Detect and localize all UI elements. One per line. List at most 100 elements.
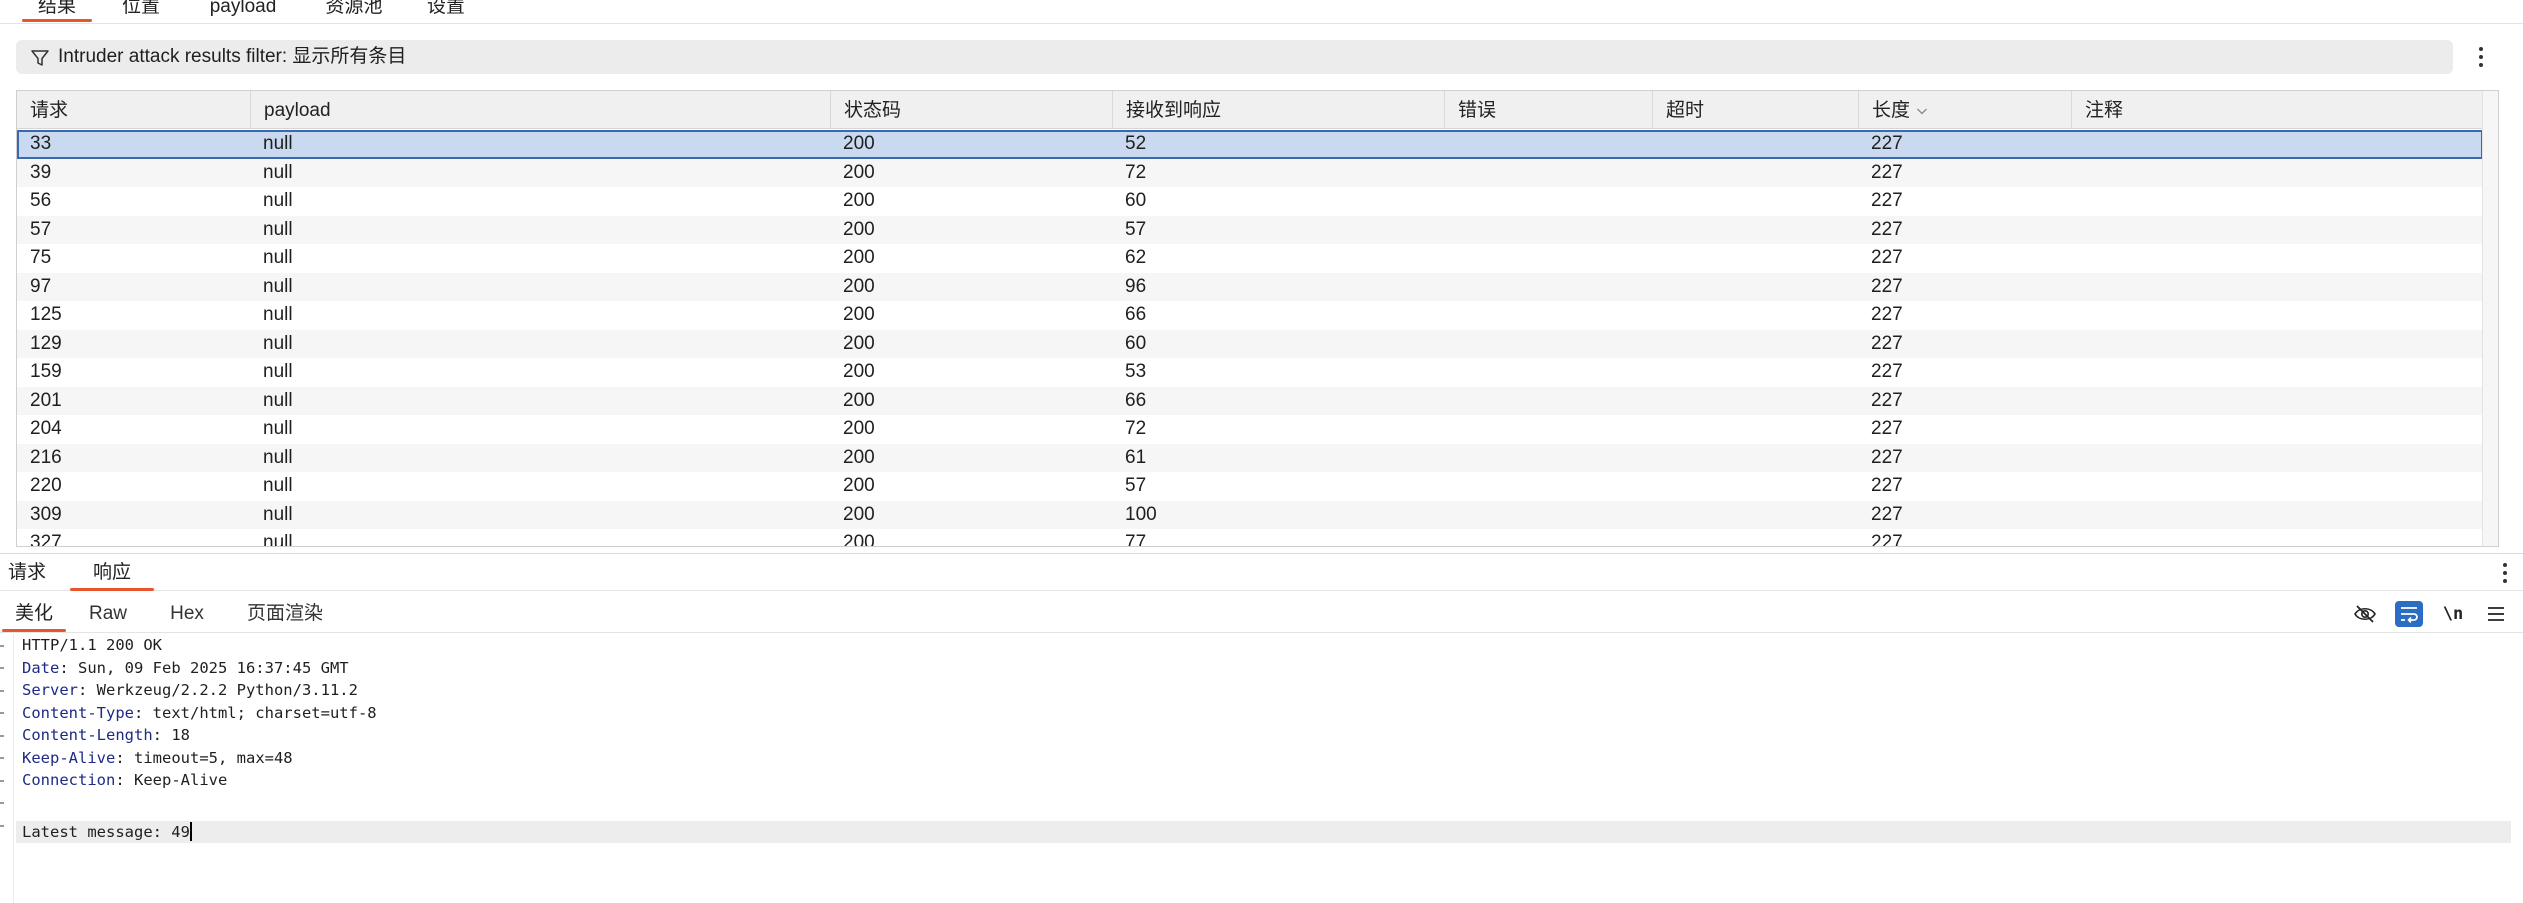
table-row[interactable]: 33 null 200 52 227 — [17, 130, 2483, 159]
cell-length: 227 — [1871, 389, 1903, 411]
cell-request: 57 — [30, 218, 52, 240]
cell-payload: null — [263, 247, 293, 268]
cell-payload: null — [263, 361, 293, 382]
cell-error — [1444, 130, 1652, 159]
table-row[interactable]: 201 null 200 66 227 — [17, 386, 2483, 416]
header-line-keep-alive: Keep-Alive: timeout=5, max=48 — [22, 748, 293, 767]
column-header-comment[interactable]: 注释 — [2071, 91, 2483, 129]
table-row[interactable]: 97 null 200 96 227 — [17, 272, 2483, 302]
cell-error — [1444, 444, 1652, 473]
cell-comment — [2071, 501, 2483, 530]
column-header-request[interactable]: 请求 — [17, 91, 250, 129]
tab-pretty[interactable]: 美化 — [2, 596, 66, 632]
cell-request: 56 — [30, 190, 52, 211]
table-row[interactable]: 129 null 200 60 227 — [17, 329, 2483, 359]
column-header-error[interactable]: 错误 — [1444, 91, 1652, 129]
cell-request: 159 — [30, 361, 62, 382]
view-tab-bar: 美化 Raw Hex 页面渲染 — [0, 596, 2523, 633]
table-row[interactable]: 39 null 200 72 227 — [17, 158, 2483, 187]
eye-slash-icon[interactable] — [2351, 601, 2379, 627]
table-header: 请求 payload 状态码 接收到响应 错误 超时 长度 注释 — [17, 91, 2483, 129]
cell-status: 200 — [843, 418, 875, 439]
table-row[interactable]: 204 null 200 72 227 — [17, 415, 2483, 444]
table-row[interactable]: 327 null 200 77 227 — [17, 529, 2483, 547]
length-header-label: 长度 — [1872, 100, 1911, 121]
table-row[interactable]: 125 null 200 66 227 — [17, 301, 2483, 330]
filter-text: Intruder attack results filter: 显示所有条目 — [58, 46, 407, 67]
cell-status: 200 — [843, 218, 875, 240]
word-wrap-icon[interactable] — [2395, 601, 2423, 627]
header-key: Date — [22, 658, 60, 677]
show-newlines-button[interactable]: \n — [2439, 601, 2467, 627]
column-header-status[interactable]: 状态码 — [830, 91, 1112, 129]
cell-timeout — [1652, 387, 1858, 416]
column-header-received[interactable]: 接收到响应 — [1112, 91, 1444, 129]
tab-render[interactable]: 页面渲染 — [242, 596, 328, 632]
cell-payload: null — [263, 332, 293, 354]
column-header-payload[interactable]: payload — [250, 91, 830, 129]
cell-timeout — [1652, 187, 1858, 216]
table-row[interactable]: 75 null 200 62 227 — [17, 244, 2483, 273]
filter-icon — [31, 50, 49, 66]
cell-length: 227 — [1871, 418, 1903, 439]
tab-resource-pool[interactable]: 资源池 — [318, 0, 390, 22]
cell-length: 227 — [1871, 532, 1903, 547]
cell-timeout — [1652, 501, 1858, 530]
top-tab-bar: 结果 位置 payload 资源池 设置 — [0, 0, 2523, 24]
tab-request[interactable]: 请求 — [4, 554, 50, 592]
cell-received: 52 — [1125, 133, 1147, 154]
cell-error — [1444, 330, 1652, 359]
cell-comment — [2071, 187, 2483, 216]
cell-timeout — [1652, 244, 1858, 273]
cell-payload: null — [263, 446, 293, 468]
cell-received: 53 — [1125, 361, 1147, 382]
header-line-date: Date: Sun, 09 Feb 2025 16:37:45 GMT — [22, 658, 349, 677]
cell-length: 227 — [1871, 304, 1903, 325]
cell-status: 200 — [843, 446, 875, 468]
cell-error — [1444, 273, 1652, 302]
header-value: timeout=5, max=48 — [134, 748, 293, 767]
tab-positions[interactable]: 位置 — [110, 0, 172, 22]
table-row[interactable]: 216 null 200 61 227 — [17, 443, 2483, 473]
tab-response[interactable]: 响应 — [70, 554, 154, 592]
response-body-text: Latest message: 49 — [22, 823, 190, 841]
table-row[interactable]: 220 null 200 57 227 — [17, 472, 2483, 501]
table-row[interactable]: 309 null 200 100 227 — [17, 500, 2483, 530]
tab-hex[interactable]: Hex — [164, 596, 210, 632]
cell-length: 227 — [1871, 161, 1903, 183]
hamburger-glyph — [2488, 607, 2504, 621]
column-header-timeout[interactable]: 超时 — [1652, 91, 1858, 129]
response-body-line: Latest message: 49 — [22, 821, 192, 844]
cell-status: 200 — [843, 275, 875, 297]
cell-comment — [2071, 358, 2483, 387]
column-header-length[interactable]: 长度 — [1858, 91, 2071, 129]
message-more-options-icon[interactable] — [2501, 560, 2509, 586]
cell-status: 200 — [843, 190, 875, 211]
cell-comment — [2071, 387, 2483, 416]
cell-payload: null — [263, 532, 293, 547]
header-line-content-length: Content-Length: 18 — [22, 726, 190, 744]
cell-payload: null — [263, 475, 293, 496]
tab-raw[interactable]: Raw — [84, 596, 132, 632]
table-row[interactable]: 159 null 200 53 227 — [17, 358, 2483, 387]
cell-comment — [2071, 330, 2483, 359]
tab-payload[interactable]: payload — [198, 0, 288, 22]
intruder-results-window: 结果 位置 payload 资源池 设置 Intruder attack res… — [0, 0, 2523, 903]
hamburger-menu-icon[interactable] — [2482, 601, 2510, 627]
cell-length: 227 — [1871, 190, 1903, 211]
table-row[interactable]: 57 null 200 57 227 — [17, 215, 2483, 244]
cell-timeout — [1652, 529, 1858, 546]
tab-results[interactable]: 结果 — [22, 0, 92, 22]
response-editor[interactable]: HTTP/1.1 200 OK Date: Sun, 09 Feb 2025 1… — [0, 634, 2523, 903]
table-row[interactable]: 56 null 200 60 227 — [17, 187, 2483, 216]
response-status-line: HTTP/1.1 200 OK — [22, 636, 162, 654]
tab-settings[interactable]: 设置 — [420, 0, 472, 22]
results-filter-bar[interactable]: Intruder attack results filter: 显示所有条目 — [16, 40, 2453, 74]
cell-status: 200 — [843, 332, 875, 354]
cell-payload: null — [263, 218, 293, 240]
table-vertical-scrollbar[interactable] — [2482, 91, 2498, 546]
results-table: 请求 payload 状态码 接收到响应 错误 超时 长度 注释 33 null 2… — [16, 90, 2499, 547]
word-wrap-glyph — [2401, 607, 2418, 623]
cell-request: 220 — [30, 475, 62, 496]
filter-more-options-icon[interactable] — [2477, 44, 2485, 70]
